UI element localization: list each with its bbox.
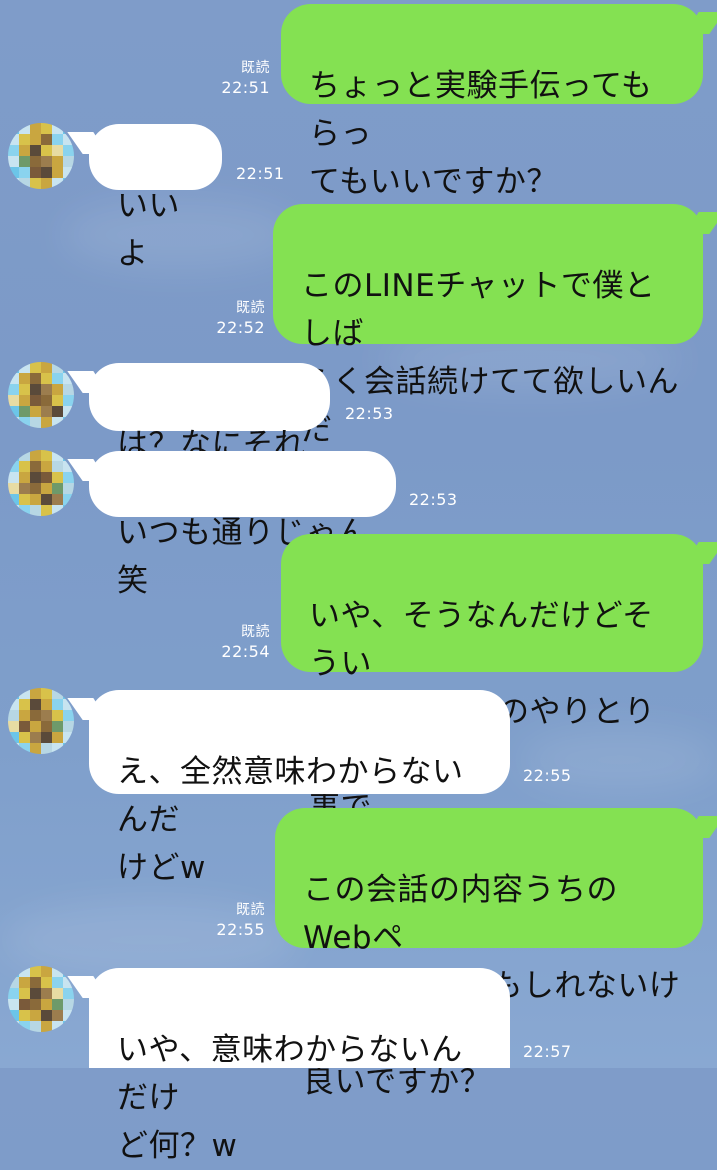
message-bubble-sent[interactable]: ちょっと実験手伝ってもらっ てもいいですか？ xyxy=(281,4,703,200)
message-time: 22:57 xyxy=(523,1042,572,1061)
message-time: 22:53 xyxy=(345,404,394,423)
message-bubble-received[interactable]: え、全然意味わからないんだ けどw xyxy=(89,690,510,886)
read-receipt: 既読 xyxy=(241,624,270,640)
message-bubble-received[interactable]: いつも通りじゃん笑 xyxy=(89,451,396,599)
message-bubble-sent[interactable]: この会話の内容うちのWebペ ージに載るかもしれないけど 良いですか？ xyxy=(275,808,703,1100)
message-time: 22:51 xyxy=(221,78,270,97)
read-receipt: 既読 xyxy=(236,300,265,316)
message-bubble-sent[interactable]: このLINEチャットで僕としば らく会話続けてて欲しいんだ けど xyxy=(273,204,703,496)
message-meta: 既読 22:52 xyxy=(205,298,265,338)
read-receipt: 既読 xyxy=(236,902,265,918)
message-bubble-received[interactable]: は？なにそれw xyxy=(89,363,330,511)
read-receipt: 既読 xyxy=(241,60,270,76)
message-bubble-received[interactable]: いや、意味わからないんだけ ど何？w xyxy=(89,968,510,1164)
message-text: いいよ xyxy=(117,188,180,272)
message-meta: 既読 22:51 xyxy=(210,58,270,98)
message-time: 22:52 xyxy=(216,318,265,337)
avatar[interactable] xyxy=(8,688,74,754)
message-time: 22:51 xyxy=(236,164,285,183)
message-time: 22:54 xyxy=(221,642,270,661)
message-time: 22:53 xyxy=(409,490,458,509)
message-text: ちょっと実験手伝ってもらっ てもいいですか？ xyxy=(309,68,653,200)
message-time: 22:55 xyxy=(216,920,265,939)
message-time: 22:55 xyxy=(523,766,572,785)
avatar[interactable] xyxy=(8,450,74,516)
message-bubble-received[interactable]: いいよ xyxy=(89,124,222,272)
avatar[interactable] xyxy=(8,123,74,189)
message-bubble-sent[interactable]: いや、そうなんだけどそうい ういつも通りのやりとりが大 事で xyxy=(281,534,703,826)
chat-area[interactable]: 既読 22:51 ちょっと実験手伝ってもらっ てもいいですか？ いいよ 22:5… xyxy=(0,0,717,1164)
avatar[interactable] xyxy=(8,966,74,1032)
message-meta: 既読 22:54 xyxy=(210,622,270,662)
avatar[interactable] xyxy=(8,362,74,428)
message-meta: 既読 22:55 xyxy=(205,900,265,940)
